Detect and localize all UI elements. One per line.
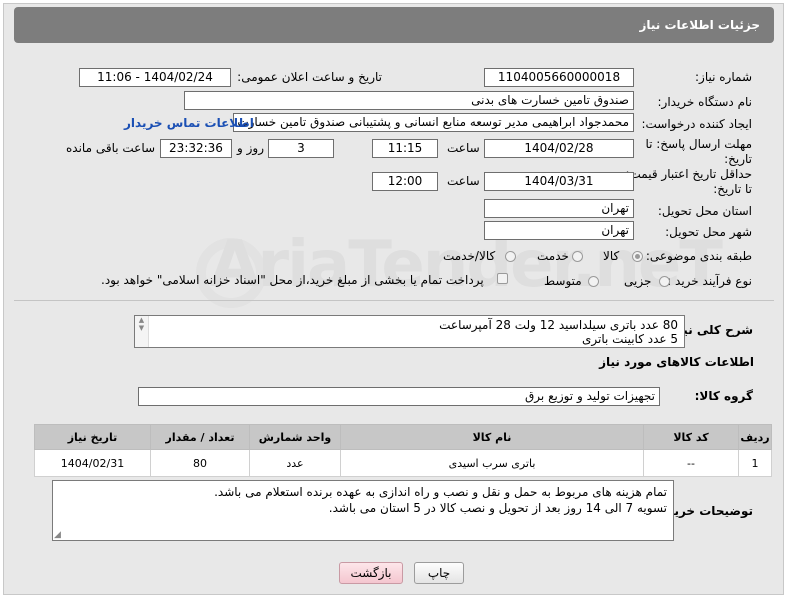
process-label: نوع فرآیند خرید : [667, 274, 752, 288]
category-radio-goods[interactable] [632, 251, 643, 262]
deadline-label-date: تاریخ: [724, 152, 752, 166]
deadline-time-label: ساعت [447, 141, 480, 155]
buyer-notes-line-1: تمام هزینه های مربوط به حمل و نقل و نصب … [214, 485, 667, 499]
buyer-notes-textarea[interactable]: تمام هزینه های مربوط به حمل و نقل و نصب … [52, 480, 674, 541]
need-number-field: 1104005660000018 [484, 68, 634, 87]
scroll-down-icon[interactable]: ▼ [135, 324, 148, 332]
need-number-label: شماره نیاز: [695, 70, 752, 84]
province-label: استان محل تحویل: [657, 204, 752, 218]
category-option-goods: کالا [603, 249, 620, 263]
cell-qty: 80 [150, 449, 250, 477]
table-header-row: ردیف کد کالا نام کالا واحد شمارش تعداد /… [34, 424, 772, 450]
buyer-org-field: صندوق تامین خسارت های بدنی [184, 91, 634, 110]
city-field: تهران [484, 221, 634, 240]
process-radio-medium[interactable] [588, 276, 599, 287]
goods-section-title: اطلاعات کالاهای مورد نیاز [599, 355, 754, 369]
category-radio-goods-service[interactable] [505, 251, 516, 262]
category-radio-service[interactable] [572, 251, 583, 262]
remaining-time-field: 23:32:36 [160, 139, 232, 158]
treasury-payment-checkbox[interactable] [497, 273, 508, 284]
announce-label: تاریخ و ساعت اعلان عمومی: [237, 70, 382, 84]
validity-time-field: 12:00 [372, 172, 438, 191]
goods-group-label: گروه کالا: [694, 389, 753, 403]
payment-note: پرداخت تمام یا بخشی از مبلغ خرید،از محل … [101, 273, 484, 287]
city-label: شهر محل تحویل: [665, 225, 752, 239]
validity-date-field: 1404/03/31 [484, 172, 634, 191]
page-title: جزئیات اطلاعات نیاز [14, 7, 774, 43]
col-name: نام کالا [340, 424, 644, 450]
goods-table: ردیف کد کالا نام کالا واحد شمارش تعداد /… [34, 424, 772, 477]
description-line-2: 5 عدد کابینت باتری [582, 332, 678, 346]
col-unit: واحد شمارش [249, 424, 341, 450]
contact-info-link[interactable]: اطلاعات تماس خریدار [124, 116, 254, 130]
buyer-org-label: نام دستگاه خریدار: [657, 95, 753, 109]
process-option-minor: جزیی [624, 274, 652, 288]
buyer-notes-line-2: تسویه 7 الی 14 روز بعد از تحویل و نصب کا… [328, 501, 667, 515]
cell-name: باتری سرب اسیدی [340, 449, 644, 477]
col-qty: تعداد / مقدار [150, 424, 250, 450]
scroll-up-icon[interactable]: ▲ [135, 316, 148, 324]
divider [14, 300, 774, 301]
back-button[interactable]: بازگشت [339, 562, 403, 584]
cell-unit: عدد [249, 449, 341, 477]
cell-date: 1404/02/31 [34, 449, 151, 477]
category-option-goods-service: کالا/خدمت [443, 249, 496, 263]
validity-label-date: تا تاریخ: [713, 182, 752, 196]
days-remaining-field: 3 [268, 139, 334, 158]
deadline-label: مهلت ارسال پاسخ: تا [645, 137, 752, 151]
province-field: تهران [484, 199, 634, 218]
deadline-date-field: 1404/02/28 [484, 139, 634, 158]
process-radio-minor[interactable] [659, 276, 670, 287]
col-date: تاریخ نیاز [34, 424, 151, 450]
description-line-1: 80 عدد باتری سیلداسید 12 ولت 28 آمپرساعت [439, 318, 678, 332]
creator-field: محمدجواد ابراهیمی مدیر توسعه منابع انسان… [233, 113, 634, 132]
table-row: 1 -- باتری سرب اسیدی عدد 80 1404/02/31 [34, 449, 772, 477]
category-option-service: خدمت [537, 249, 569, 263]
validity-label: حداقل تاریخ اعتبار قیمت: [625, 167, 752, 181]
goods-group-field: تجهیزات تولید و توزیع برق [138, 387, 660, 406]
days-label: روز و [237, 141, 264, 155]
creator-label: ایجاد کننده درخواست: [641, 117, 752, 131]
cell-code: -- [643, 449, 739, 477]
col-row: ردیف [738, 424, 772, 450]
category-label: طبقه بندی موضوعی: [645, 249, 752, 263]
description-scrollbar[interactable]: ▲ ▼ [135, 316, 149, 347]
resize-handle-icon[interactable]: ◢ [54, 530, 61, 540]
description-textarea[interactable]: 80 عدد باتری سیلداسید 12 ولت 28 آمپرساعت… [134, 315, 685, 348]
validity-time-label: ساعت [447, 174, 480, 188]
cell-row: 1 [738, 449, 772, 477]
deadline-time-field: 11:15 [372, 139, 438, 158]
col-code: کد کالا [643, 424, 739, 450]
process-option-medium: متوسط [544, 274, 582, 288]
announce-field: 1404/02/24 - 11:06 [79, 68, 231, 87]
print-button[interactable]: چاپ [414, 562, 464, 584]
remaining-label: ساعت باقی مانده [66, 141, 156, 155]
